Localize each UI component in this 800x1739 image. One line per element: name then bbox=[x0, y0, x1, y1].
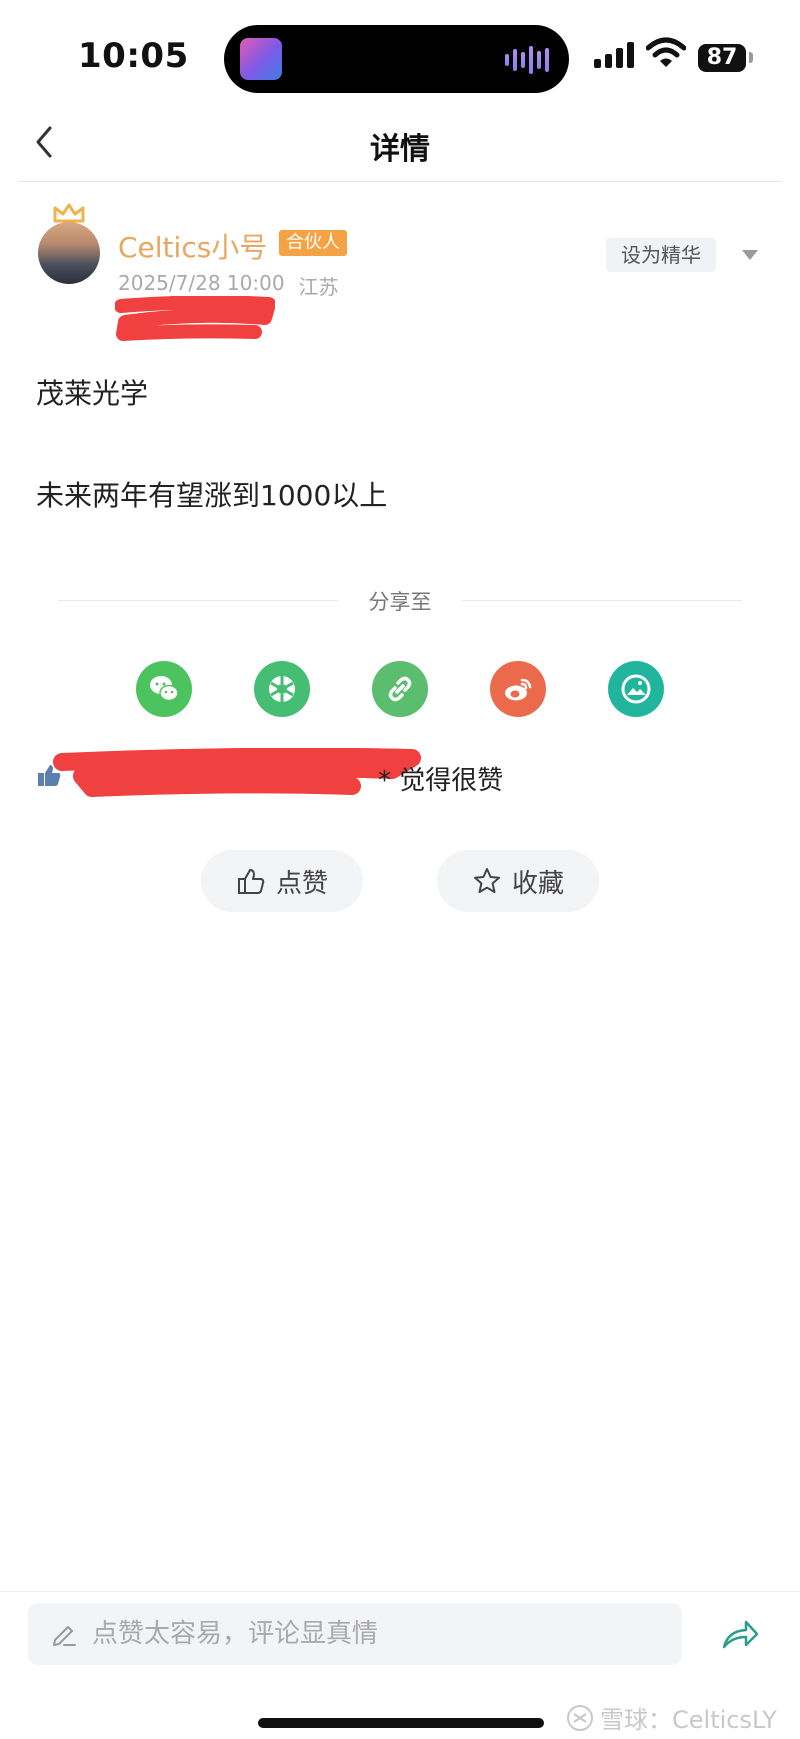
author-name[interactable]: Celtics小号 bbox=[118, 226, 267, 266]
share-divider-right bbox=[462, 600, 742, 601]
image-icon bbox=[621, 674, 651, 704]
post-location: 江苏 bbox=[298, 275, 339, 299]
link-icon bbox=[388, 676, 412, 702]
weibo-icon bbox=[505, 678, 532, 701]
watermark: 雪球：CelticsLY bbox=[566, 1700, 777, 1735]
partner-badge: 合伙人 bbox=[279, 230, 347, 256]
watermark-text: 雪球：CelticsLY bbox=[600, 1706, 777, 1734]
nav-divider bbox=[18, 181, 782, 182]
comment-box[interactable] bbox=[28, 1603, 682, 1665]
favorite-label: 收藏 bbox=[511, 868, 564, 899]
more-dropdown-icon[interactable] bbox=[742, 250, 758, 260]
share-moments-button[interactable] bbox=[254, 661, 310, 717]
cellular-signal-icon bbox=[594, 40, 634, 68]
audio-wave-icon bbox=[505, 45, 549, 75]
wifi-icon bbox=[646, 37, 686, 67]
avatar[interactable] bbox=[38, 222, 100, 284]
star-outline-icon bbox=[473, 868, 500, 893]
like-label: 点赞 bbox=[275, 868, 328, 899]
share-label: 分享至 bbox=[368, 590, 432, 614]
pencil-icon bbox=[53, 1626, 76, 1646]
battery-tip bbox=[749, 52, 753, 63]
wechat-icon bbox=[150, 676, 179, 702]
post-text-line: 茂莱光学 bbox=[36, 377, 149, 410]
post-text-line: 未来两年有望涨到1000以上 bbox=[36, 479, 388, 512]
thumbs-up-outline-icon bbox=[237, 869, 265, 894]
xueqiu-logo-icon bbox=[567, 1704, 593, 1731]
share-image-button[interactable] bbox=[608, 661, 664, 717]
now-playing-artwork bbox=[240, 38, 282, 80]
share-link-button[interactable] bbox=[372, 661, 428, 717]
like-button[interactable]: 点赞 bbox=[201, 850, 363, 912]
comment-input[interactable] bbox=[90, 1618, 654, 1650]
set-essence-button[interactable]: 设为精华 bbox=[606, 238, 716, 272]
moments-icon bbox=[269, 676, 295, 702]
share-weibo-button[interactable] bbox=[490, 661, 546, 717]
redaction-scribble bbox=[115, 296, 275, 341]
home-indicator[interactable] bbox=[258, 1718, 544, 1728]
bottom-divider bbox=[0, 1591, 800, 1592]
status-time: 10:05 bbox=[78, 36, 189, 76]
share-wechat-button[interactable] bbox=[136, 661, 192, 717]
page-title: 详情 bbox=[370, 132, 430, 167]
likers-text: * 觉得很赞 bbox=[378, 766, 504, 796]
share-arrow-icon[interactable] bbox=[720, 1617, 760, 1653]
battery-indicator: 87 bbox=[698, 44, 746, 72]
favorite-button[interactable]: 收藏 bbox=[437, 850, 599, 912]
redaction-scribble bbox=[53, 748, 421, 797]
crown-icon bbox=[53, 203, 85, 223]
dynamic-island[interactable] bbox=[224, 25, 569, 93]
